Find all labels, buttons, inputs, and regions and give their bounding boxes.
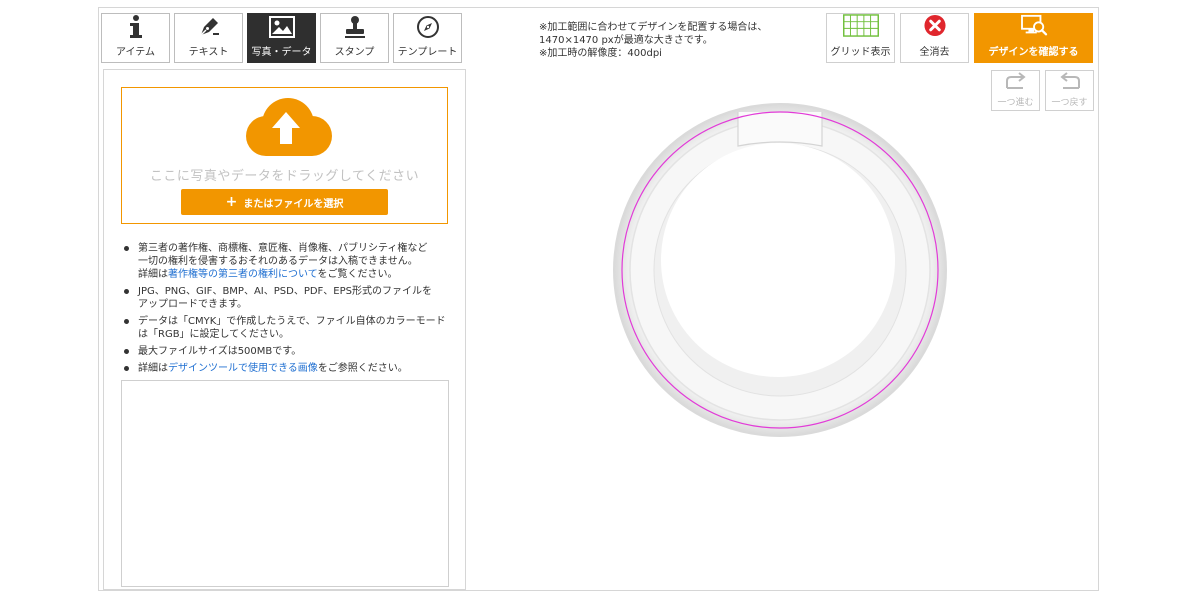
tab-text[interactable]: テキスト <box>174 13 243 63</box>
note-colormode-line2: は「RGB」に設定してください。 <box>138 329 289 340</box>
tab-stamp[interactable]: スタンプ <box>320 13 389 63</box>
tab-photo-data[interactable]: 写真・データ <box>247 13 316 63</box>
note-rights: 第三者の著作権、商標権、意匠権、肖像権、パブリシティ権など 一切の権利を侵害する… <box>124 242 456 281</box>
note-formats-line1: JPG、PNG、GIF、BMP、AI、PSD、PDF、EPS形式のファイルを <box>138 286 433 297</box>
info-line3: ※加工時の解像度：400dpi <box>539 48 662 59</box>
rights-link[interactable]: 著作権等の第三者の権利について <box>168 269 318 280</box>
redo-icon <box>1005 72 1026 89</box>
note-rights-line3: 詳細は著作権等の第三者の権利についてをご覧ください。 <box>138 268 456 281</box>
info-line1: ※加工範囲に合わせてデザインを配置する場合は、 <box>539 22 768 33</box>
uploaded-images-list[interactable] <box>121 380 449 587</box>
note-rights-suffix: をご覧ください。 <box>317 269 398 280</box>
product-preview-canvas[interactable] <box>610 100 950 440</box>
info-icon <box>123 14 149 40</box>
select-file-label: またはファイルを選択 <box>243 198 344 210</box>
usable-images-link[interactable]: デザインツールで使用できる画像 <box>168 363 318 374</box>
plus-icon: + <box>225 194 238 210</box>
tab-item[interactable]: アイテム <box>101 13 170 63</box>
note-rights-line2: 一切の権利を侵害するおそれのあるデータは入稿できません。 <box>138 256 418 267</box>
note-images-suffix: をご参照ください。 <box>317 363 408 374</box>
note-filesize-text: 最大ファイルサイズは500MBです。 <box>138 346 302 357</box>
tab-photo-data-label: 写真・データ <box>251 47 312 58</box>
select-file-button[interactable]: + またはファイルを選択 <box>181 189 388 215</box>
note-filesize: 最大ファイルサイズは500MBです。 <box>124 345 456 358</box>
clear-all-label: 全消去 <box>919 47 950 58</box>
clear-all-button[interactable]: 全消去 <box>900 13 969 63</box>
compass-icon <box>415 14 441 40</box>
note-formats: JPG、PNG、GIF、BMP、AI、PSD、PDF、EPS形式のファイルを ア… <box>124 285 456 311</box>
note-images: 詳細はデザインツールで使用できる画像をご参照ください。 <box>124 362 456 375</box>
clear-x-icon <box>923 14 946 37</box>
tab-template[interactable]: テンプレート <box>393 13 462 63</box>
redo-label: 一つ進む <box>997 98 1034 108</box>
note-colormode-line1: データは「CMYK」で作成したうえで、ファイル自体のカラーモード <box>138 316 446 327</box>
note-colormode: データは「CMYK」で作成したうえで、ファイル自体のカラーモード は「RGB」に… <box>124 315 456 341</box>
tab-text-label: テキスト <box>188 47 229 58</box>
product-face <box>661 143 895 377</box>
upload-cloud-icon <box>246 98 332 156</box>
upload-notes: 第三者の著作権、商標権、意匠権、肖像権、パブリシティ権など 一切の権利を侵害する… <box>121 242 456 379</box>
pen-icon <box>196 14 222 40</box>
undo-button[interactable]: 一つ戻す <box>1045 70 1094 111</box>
info-line2: 1470×1470 pxが最適な大きさです。 <box>539 35 713 46</box>
tab-stamp-label: スタンプ <box>334 47 375 58</box>
grid-toggle-button[interactable]: グリッド表示 <box>826 13 895 63</box>
image-icon <box>268 14 295 40</box>
note-formats-line2: アップロードできます。 <box>138 299 247 310</box>
tab-template-label: テンプレート <box>397 47 458 58</box>
grid-icon <box>842 14 879 37</box>
confirm-design-label: デザインを確認する <box>988 47 1079 58</box>
note-rights-prefix: 詳細は <box>138 269 168 280</box>
redo-button[interactable]: 一つ進む <box>991 70 1040 111</box>
stamp-icon <box>342 14 368 40</box>
grid-toggle-label: グリッド表示 <box>830 47 891 58</box>
product-clip <box>737 112 823 147</box>
processing-info: ※加工範囲に合わせてデザインを配置する場合は、 1470×1470 pxが最適な… <box>539 21 767 60</box>
note-rights-line1: 第三者の著作権、商標権、意匠権、肖像権、パブリシティ権など <box>138 243 428 254</box>
undo-label: 一つ戻す <box>1051 98 1088 108</box>
note-images-prefix: 詳細は <box>138 363 168 374</box>
monitor-search-icon <box>1020 14 1047 36</box>
dropzone-hint: ここに写真やデータをドラッグしてください <box>149 169 420 184</box>
confirm-design-button[interactable]: デザインを確認する <box>974 13 1093 63</box>
tab-item-label: アイテム <box>116 47 155 58</box>
tool-tabs: アイテム テキスト 写真・データ スタンプ テンプレート <box>101 13 462 65</box>
note-images-line: 詳細はデザインツールで使用できる画像をご参照ください。 <box>138 362 456 375</box>
undo-icon <box>1059 72 1080 89</box>
upload-dropzone[interactable]: ここに写真やデータをドラッグしてください + またはファイルを選択 <box>121 87 448 224</box>
